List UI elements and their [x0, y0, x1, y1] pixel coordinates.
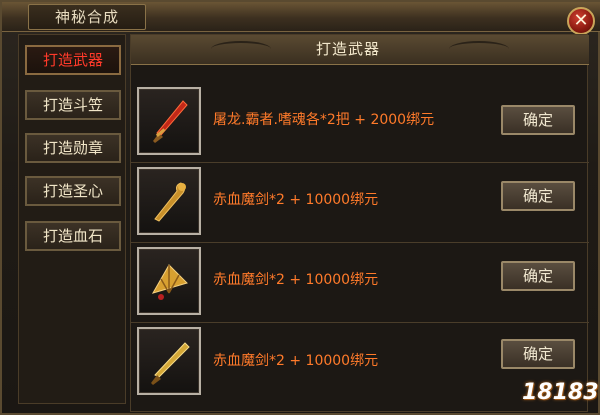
sidebar-item-forge-bloodstone[interactable]: 打造血石 — [25, 221, 121, 251]
item-slot[interactable] — [137, 167, 201, 235]
recipe-text: 屠龙.霸者.嗜魂各*2把 + 2000绑元 — [213, 112, 435, 128]
red-blade-icon — [153, 100, 188, 143]
recipe-panel: 打造武器 屠龙.霸者.嗜魂各*2把 + 2000绑元 确定 赤血魔剑*2 + 1… — [130, 34, 589, 412]
recipe-row: 屠龙.霸者.嗜魂各*2把 + 2000绑元 确定 — [131, 83, 589, 163]
site-watermark: 18183 — [522, 364, 599, 410]
sidebar-item-forge-heart[interactable]: 打造圣心 — [25, 176, 121, 206]
recipe-text: 赤血魔剑*2 + 10000绑元 — [213, 272, 379, 288]
sidebar-item-label: 打造斗笠 — [42, 96, 103, 114]
watermark-text: 18183 — [522, 380, 599, 405]
panel-title: 打造武器 — [315, 40, 380, 58]
sidebar-item-forge-medal[interactable]: 打造勋章 — [25, 133, 121, 163]
sidebar-item-forge-weapon[interactable]: 打造武器 — [25, 45, 121, 75]
recipe-row: 赤血魔剑*2 + 10000绑元 确定 — [131, 323, 589, 403]
sidebar: 打造武器 打造斗笠 打造勋章 打造圣心 打造血石 — [18, 34, 126, 404]
sidebar-item-label: 打造武器 — [42, 51, 103, 69]
confirm-button[interactable]: 确定 — [501, 261, 575, 291]
item-slot[interactable] — [137, 327, 201, 395]
panel-header: 打造武器 — [131, 35, 589, 65]
confirm-button-label: 确定 — [522, 187, 553, 205]
close-button[interactable]: ✕ — [567, 7, 595, 35]
window-title: 神秘合成 — [28, 4, 146, 30]
sidebar-item-label: 打造勋章 — [42, 139, 103, 157]
golden-sword-icon — [151, 342, 190, 385]
title-bar: 神秘合成 — [2, 2, 600, 32]
recipe-row: 赤血魔剑*2 + 10000绑元 确定 — [131, 243, 589, 323]
sidebar-item-label: 打造血石 — [42, 227, 103, 245]
header-ornament-right — [449, 41, 509, 57]
golden-staff-icon — [154, 182, 186, 222]
golden-fan-icon — [151, 264, 188, 300]
confirm-button-label: 确定 — [522, 111, 553, 129]
sidebar-item-forge-hat[interactable]: 打造斗笠 — [25, 90, 121, 120]
recipe-text: 赤血魔剑*2 + 10000绑元 — [213, 353, 379, 369]
item-slot[interactable] — [137, 87, 201, 155]
recipe-row: 赤血魔剑*2 + 10000绑元 确定 — [131, 163, 589, 243]
confirm-button-label: 确定 — [522, 345, 553, 363]
confirm-button[interactable]: 确定 — [501, 105, 575, 135]
sidebar-item-label: 打造圣心 — [42, 182, 103, 200]
recipe-text: 赤血魔剑*2 + 10000绑元 — [213, 192, 379, 208]
close-icon: ✕ — [573, 10, 589, 31]
mystery-synthesis-window: 神秘合成 ✕ 打造武器 打造斗笠 打造勋章 打造圣心 打造血石 打造武器 屠龙.… — [0, 0, 600, 415]
item-slot[interactable] — [137, 247, 201, 315]
confirm-button[interactable]: 确定 — [501, 181, 575, 211]
header-ornament-left — [211, 41, 271, 57]
confirm-button-label: 确定 — [522, 267, 553, 285]
